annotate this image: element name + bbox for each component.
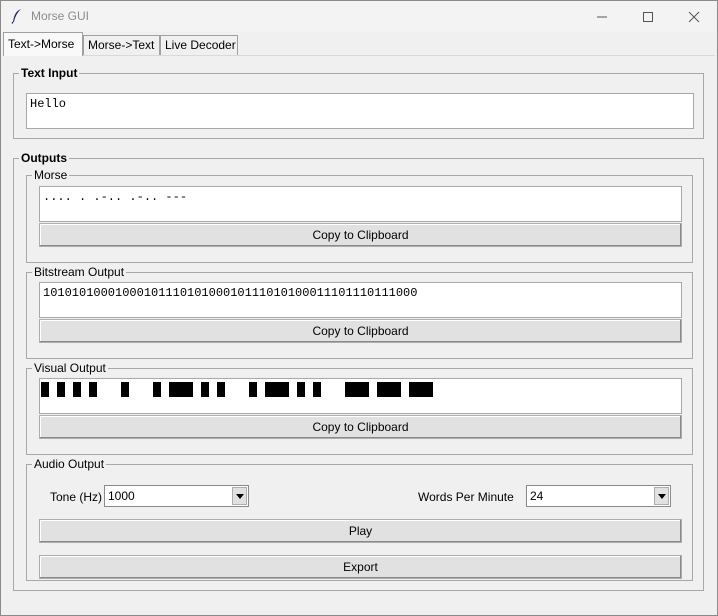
- visual-bar: [89, 382, 97, 397]
- export-button[interactable]: Export: [39, 555, 682, 579]
- minimize-button[interactable]: [579, 1, 625, 32]
- visual-bar: [153, 382, 161, 397]
- tab-morse-to-text[interactable]: Morse->Text: [83, 35, 160, 55]
- audio-frame: Audio Output Tone (Hz) 1000 Words Per Mi…: [26, 456, 693, 581]
- morse-label: Morse: [32, 167, 70, 183]
- wpm-combobox[interactable]: 24: [526, 485, 671, 507]
- maximize-button[interactable]: [625, 1, 671, 32]
- outputs-label: Outputs: [19, 150, 69, 166]
- visual-bar: [313, 382, 321, 397]
- visual-bar: [41, 382, 49, 397]
- wpm-dropdown-button[interactable]: [654, 487, 669, 505]
- tab-live-decoder[interactable]: Live Decoder: [160, 35, 238, 55]
- text-input-field[interactable]: Hello: [26, 93, 694, 129]
- visual-bar: [169, 382, 193, 397]
- wpm-label: Words Per Minute: [418, 490, 514, 504]
- bitstream-copy-button[interactable]: Copy to Clipboard: [39, 319, 682, 343]
- visual-bar: [201, 382, 209, 397]
- wpm-value: 24: [530, 489, 544, 503]
- visual-bar: [57, 382, 65, 397]
- maximize-icon: [643, 11, 653, 22]
- feather-icon: [11, 9, 21, 24]
- visual-label: Visual Output: [32, 360, 108, 376]
- app-window: Morse GUI Text->Morse Morse->Text Live D…: [0, 0, 718, 616]
- close-icon: [688, 11, 700, 22]
- bitstream-label: Bitstream Output: [32, 264, 127, 280]
- visual-copy-button[interactable]: Copy to Clipboard: [39, 415, 682, 439]
- visual-output-canvas[interactable]: [39, 378, 682, 414]
- bitstream-frame: Bitstream Output 10101010001000101110101…: [26, 264, 693, 359]
- text-input-frame: Text Input Hello: [13, 65, 704, 139]
- close-button[interactable]: [671, 1, 717, 32]
- audio-label: Audio Output: [32, 456, 107, 472]
- minimize-icon: [597, 16, 607, 17]
- tab-panel-border: [3, 55, 715, 56]
- visual-bar: [73, 382, 81, 397]
- morse-frame: Morse .... . .-.. .-.. --- Copy to Clipb…: [26, 167, 693, 263]
- chevron-down-icon: [235, 493, 244, 499]
- outputs-frame: Outputs Morse .... . .-.. .-.. --- Copy …: [13, 150, 704, 591]
- visual-bar: [409, 382, 433, 397]
- visual-bar: [377, 382, 401, 397]
- tone-dropdown-button[interactable]: [232, 487, 247, 505]
- visual-bar: [345, 382, 369, 397]
- visual-bar: [249, 382, 257, 397]
- tone-combobox[interactable]: 1000: [104, 485, 249, 507]
- window-title: Morse GUI: [31, 9, 90, 23]
- chevron-down-icon: [657, 493, 666, 499]
- tab-text-to-morse[interactable]: Text->Morse: [3, 32, 83, 56]
- visual-bar: [217, 382, 225, 397]
- title-bar[interactable]: Morse GUI: [1, 1, 717, 32]
- text-input-label: Text Input: [19, 65, 80, 81]
- bitstream-output-field[interactable]: 1010101000100010111010100010111010100011…: [39, 282, 682, 318]
- visual-bar: [121, 382, 129, 397]
- visual-frame: Visual Output Copy to Clipboard: [26, 360, 693, 455]
- tone-label: Tone (Hz): [50, 490, 103, 504]
- tone-value: 1000: [108, 489, 135, 503]
- visual-bar: [265, 382, 289, 397]
- play-button[interactable]: Play: [39, 519, 682, 543]
- morse-copy-button[interactable]: Copy to Clipboard: [39, 223, 682, 247]
- visual-bar: [297, 382, 305, 397]
- morse-output-field[interactable]: .... . .-.. .-.. ---: [39, 186, 682, 222]
